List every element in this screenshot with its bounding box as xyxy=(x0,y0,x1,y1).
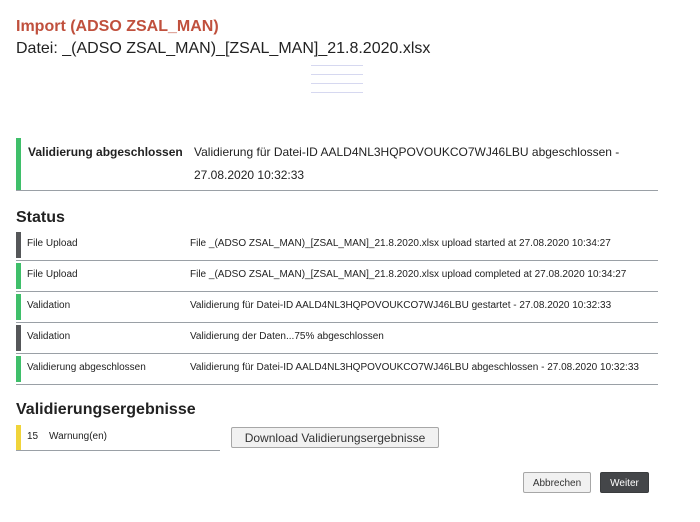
summary-status-bar xyxy=(16,138,21,190)
status-message: File _(ADSO ZSAL_MAN)_[ZSAL_MAN]_21.8.20… xyxy=(190,269,627,280)
cancel-button[interactable]: Abbrechen xyxy=(523,472,591,493)
warning-count: 15 xyxy=(27,431,39,442)
status-type: File Upload xyxy=(27,269,78,280)
validation-summary: Validierung abgeschlossen Validierung fü… xyxy=(16,138,658,191)
file-name: Datei: _(ADSO ZSAL_MAN)_[ZSAL_MAN]_21.8.… xyxy=(16,40,431,57)
status-type: File Upload xyxy=(27,238,78,249)
status-row: File Upload File _(ADSO ZSAL_MAN)_[ZSAL_… xyxy=(16,230,658,261)
status-type: Validation xyxy=(27,300,71,311)
summary-label: Validierung abgeschlossen xyxy=(28,145,183,159)
status-row: Validierung abgeschlossen Validierung fü… xyxy=(16,354,658,385)
status-indicator xyxy=(16,356,21,382)
warning-count-box: 15 Warnung(en) xyxy=(16,425,220,451)
status-heading: Status xyxy=(16,209,65,226)
next-button[interactable]: Weiter xyxy=(600,472,649,493)
status-message: Validierung der Daten...75% abgeschlosse… xyxy=(190,331,384,342)
ghost-lines xyxy=(311,65,363,105)
status-indicator xyxy=(16,263,21,289)
warning-indicator xyxy=(16,425,21,450)
status-row: File Upload File _(ADSO ZSAL_MAN)_[ZSAL_… xyxy=(16,261,658,292)
status-row: Validation Validierung der Daten...75% a… xyxy=(16,323,658,354)
results-heading: Validierungsergebnisse xyxy=(16,401,196,418)
status-message: Validierung für Datei-ID AALD4NL3HQPOVOU… xyxy=(190,362,639,373)
status-indicator xyxy=(16,294,21,320)
status-message: File _(ADSO ZSAL_MAN)_[ZSAL_MAN]_21.8.20… xyxy=(190,238,611,249)
dialog-title: Import (ADSO ZSAL_MAN) xyxy=(16,18,219,35)
download-results-button[interactable]: Download Validierungsergebnisse xyxy=(231,427,439,448)
summary-timestamp: 27.08.2020 10:32:33 xyxy=(194,168,305,182)
warning-label: Warnung(en) xyxy=(49,431,107,442)
status-type: Validierung abgeschlossen xyxy=(27,362,146,373)
status-indicator xyxy=(16,232,21,258)
summary-message: Validierung für Datei-ID AALD4NL3HQPOVOU… xyxy=(194,145,620,159)
status-indicator xyxy=(16,325,21,351)
status-message: Validierung für Datei-ID AALD4NL3HQPOVOU… xyxy=(190,300,612,311)
status-type: Validation xyxy=(27,331,71,342)
status-row: Validation Validierung für Datei-ID AALD… xyxy=(16,292,658,323)
status-list: File Upload File _(ADSO ZSAL_MAN)_[ZSAL_… xyxy=(16,230,658,385)
